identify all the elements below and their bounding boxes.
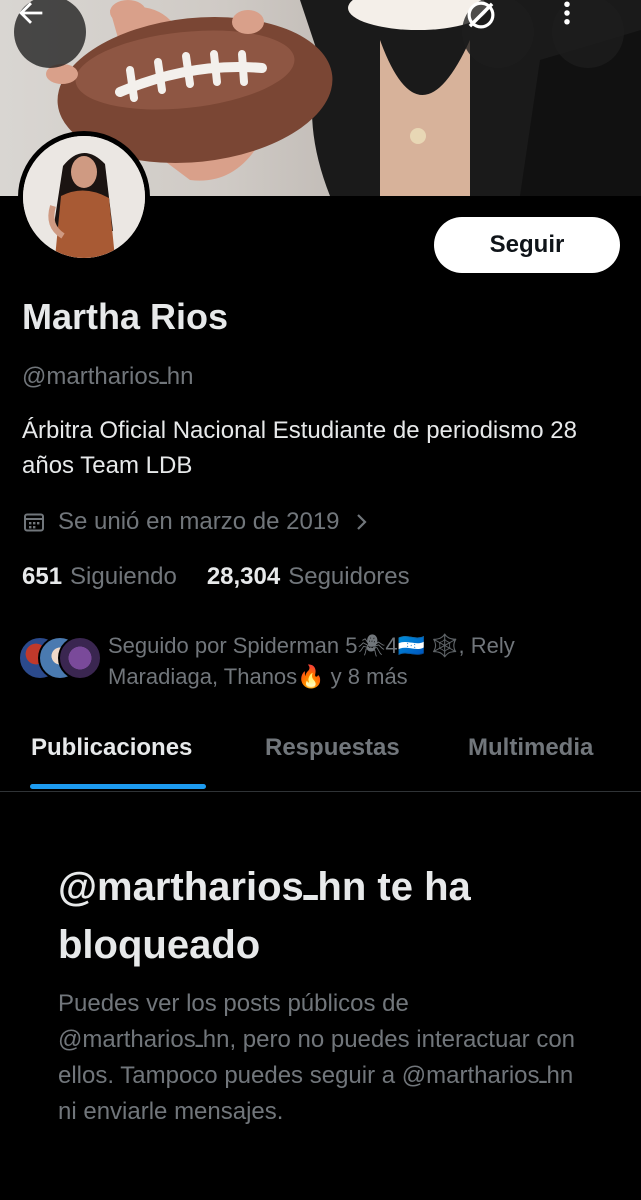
tab-publicaciones[interactable]: Publicaciones (31, 734, 192, 762)
profile-name: Martha Rios (22, 296, 229, 337)
profile-handle: @marthariosـhn (22, 363, 194, 390)
following-count[interactable]: 651 (22, 563, 62, 591)
followed-by-text: Seguido por Spiderman 5🕷4🇭🇳 🕸️, Rely Mar… (108, 633, 515, 689)
join-date[interactable]: Se unió en marzo de 2019 (22, 505, 372, 539)
arrow-left-icon (19, 2, 43, 24)
profile-tabs: Publicaciones Respuestas Multimedia (0, 720, 641, 792)
join-date-text: Se unió en marzo de 2019 (58, 508, 340, 535)
avatar-image (23, 136, 145, 258)
calendar-icon (24, 513, 44, 532)
following-label[interactable]: Siguiendo (70, 563, 177, 591)
avatar[interactable] (18, 131, 150, 263)
followers-count[interactable]: 28,304 (207, 563, 280, 591)
mini-avatar (58, 636, 102, 680)
chevron-right-icon (356, 514, 367, 530)
tab-respuestas[interactable]: Respuestas (265, 734, 400, 762)
grok-icon (467, 1, 495, 29)
more-vertical-icon (564, 1, 570, 25)
active-tab-indicator (30, 784, 206, 789)
tab-multimedia[interactable]: Multimedia (468, 734, 593, 762)
follow-button[interactable]: Seguir (434, 217, 620, 273)
followers-label[interactable]: Seguidores (288, 563, 409, 591)
profile-bio: Árbitra Oficial Nacional Estudiante de p… (22, 417, 577, 479)
avatar-photo (23, 136, 145, 258)
profile-page: Seguir Martha Rios @marthariosـhn Árbitr… (0, 0, 641, 1200)
blocked-title: @marthariosـhn te ha bloqueado (58, 865, 471, 967)
follow-stats: 651 Siguiendo 28,304 Seguidores (22, 560, 410, 594)
blocked-message: Puedes ver los posts públicos de @martha… (58, 990, 576, 1125)
followed-by-avatars (18, 636, 104, 682)
